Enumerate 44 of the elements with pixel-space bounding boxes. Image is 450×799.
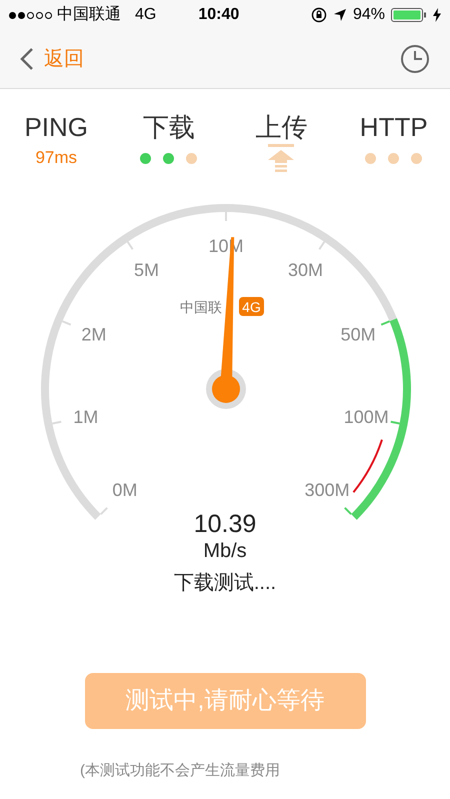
- gauge-label: 0M: [112, 480, 138, 500]
- test-step-label: 下载: [142, 111, 195, 143]
- signal-icon: [9, 12, 52, 18]
- gauge-label: 1M: [73, 406, 98, 427]
- network-type: 4G: [135, 5, 156, 25]
- gauge-tick: [318, 241, 326, 250]
- carrier-name: 中国联通: [57, 4, 121, 25]
- gauge-limit-line: [352, 439, 383, 493]
- speed-unit: Mb/s: [203, 539, 247, 563]
- back-button[interactable]: 返回: [20, 44, 84, 74]
- footnote: (本测试功能不会产生流量费用: [80, 762, 280, 779]
- test-step-label: HTTP: [360, 111, 428, 143]
- gauge-tick: [390, 420, 400, 425]
- gauge-label: 50M: [340, 324, 376, 344]
- test-step-label: PING: [24, 111, 88, 143]
- chevron-left-icon: [20, 47, 34, 71]
- carrier-label: 中国联: [180, 299, 222, 315]
- test-step-label: 上传: [255, 111, 308, 143]
- gauge-tick: [52, 420, 62, 425]
- gauge-tick: [62, 320, 72, 326]
- gauge-label: 100M: [344, 406, 389, 427]
- clock: 10:40: [198, 5, 240, 25]
- needle-hub: [212, 375, 240, 403]
- speed-value: 10.39: [194, 509, 256, 539]
- ping-value: 97ms: [35, 147, 78, 170]
- gauge-label: 5M: [134, 260, 160, 280]
- clock-icon[interactable]: [400, 44, 430, 74]
- testing-button[interactable]: 测试中,请耐心等待: [84, 673, 366, 729]
- upload-icon: [267, 143, 296, 173]
- gauge-label: 300M: [304, 480, 350, 500]
- gauge-label: 30M: [288, 260, 323, 280]
- charging-bolt-icon: [433, 8, 441, 22]
- battery-percent: 94%: [352, 5, 385, 25]
- test-status: 下载测试....: [174, 571, 276, 595]
- gauge-tick: [126, 241, 134, 250]
- rotation-lock-icon: [310, 7, 327, 23]
- gauge-tick: [344, 507, 352, 515]
- gauge-tick: [225, 212, 227, 221]
- battery-icon: [391, 8, 427, 22]
- network-badge: 4G: [239, 297, 264, 316]
- gauge-tick: [380, 320, 390, 326]
- location-arrow-icon: [332, 8, 347, 22]
- gauge-tick: [100, 507, 108, 515]
- gauge-label: 2M: [81, 324, 106, 344]
